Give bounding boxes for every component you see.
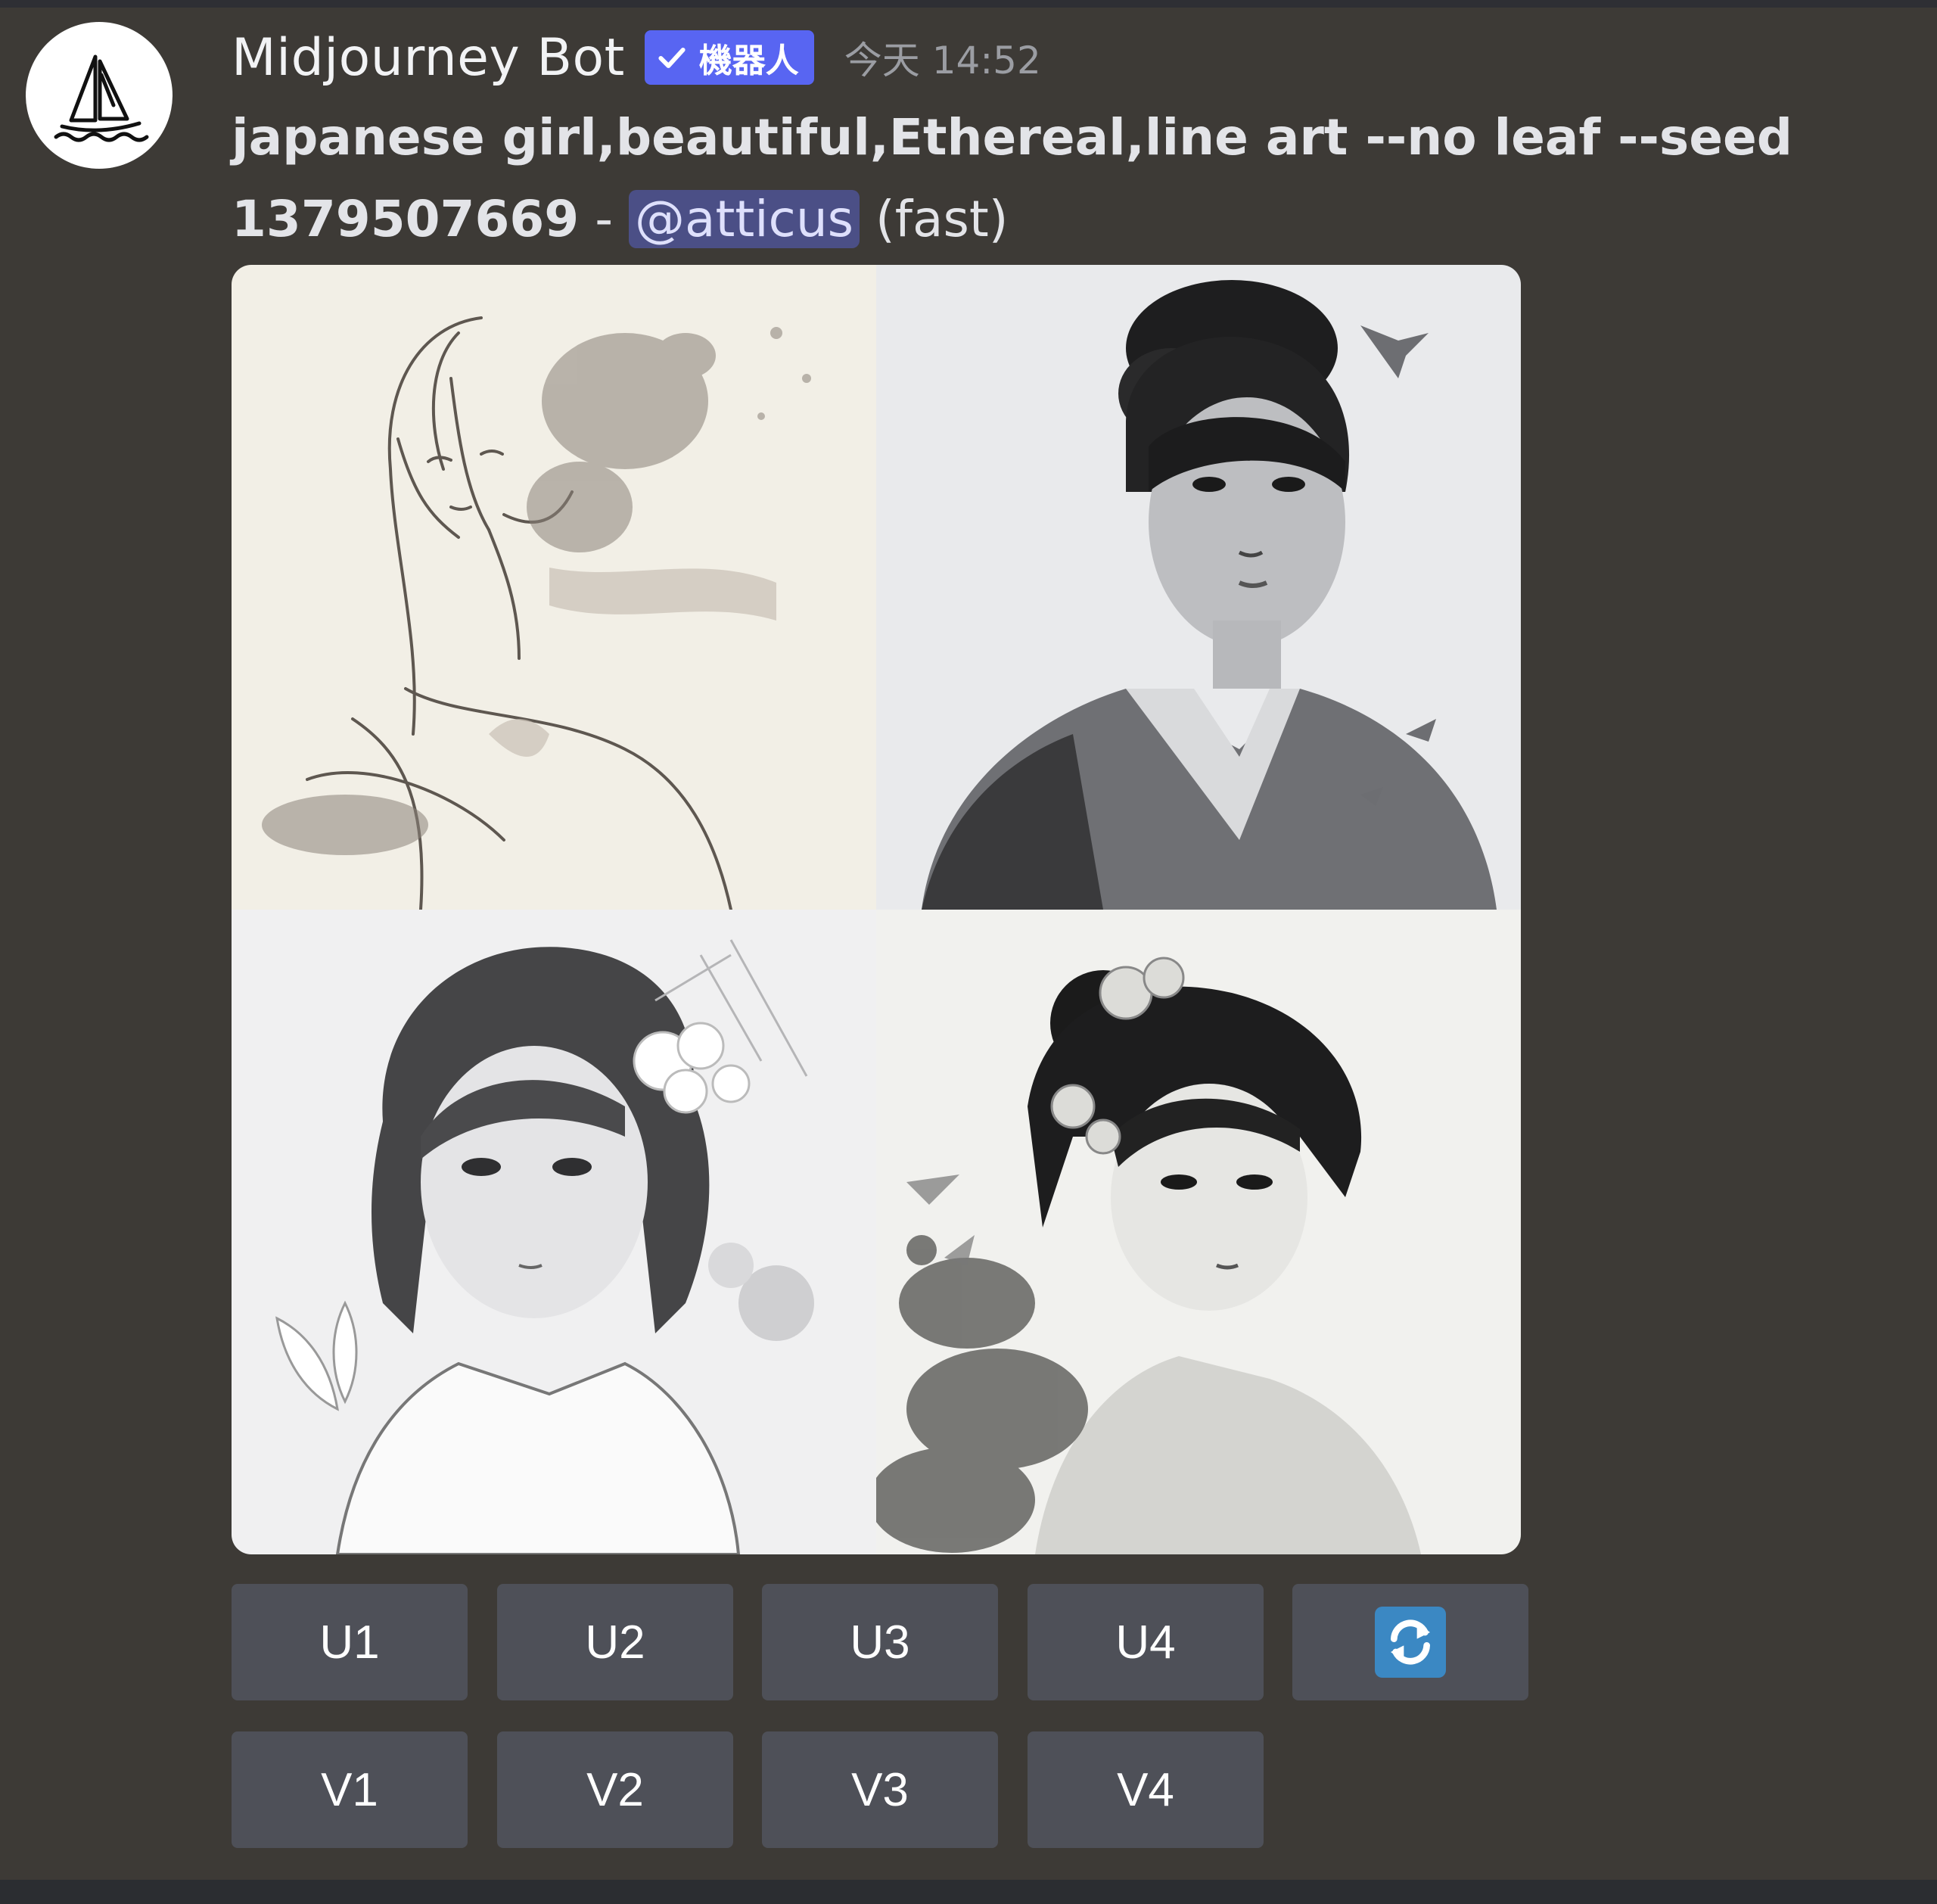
message-content: japanese girl,beautiful,Ethereal,line ar…: [232, 97, 1792, 260]
variation-button-4[interactable]: V4: [1028, 1731, 1264, 1848]
message-header: Midjourney Bot 機器人 今天 14:52: [232, 23, 1041, 92]
reroll-button[interactable]: [1292, 1584, 1528, 1700]
button-label: V2: [586, 1763, 644, 1816]
portrait-sketch-image: [232, 265, 876, 910]
variation-button-2[interactable]: V2: [497, 1731, 733, 1848]
button-label: U3: [850, 1616, 910, 1669]
image-tile-4[interactable]: [876, 910, 1521, 1554]
image-grid[interactable]: [232, 265, 1521, 1554]
username[interactable]: Midjourney Bot: [232, 28, 625, 88]
sailboat-icon: [54, 54, 149, 142]
chat-message: Midjourney Bot 機器人 今天 14:52 japanese gir…: [0, 0, 1937, 1880]
prompt-text: japanese girl,beautiful,Ethereal,line ar…: [232, 108, 1792, 166]
image-tile-2[interactable]: [876, 265, 1521, 910]
image-tile-1[interactable]: [232, 265, 876, 910]
bottom-divider: [0, 1880, 1937, 1904]
bot-badge-label: 機器人: [698, 42, 799, 80]
upscale-button-3[interactable]: U3: [762, 1584, 998, 1700]
button-label: U4: [1115, 1616, 1176, 1669]
upscale-button-4[interactable]: U4: [1028, 1584, 1264, 1700]
check-icon: [658, 47, 686, 68]
portrait-ink-image: [876, 910, 1521, 1554]
refresh-icon: [1375, 1607, 1446, 1678]
portrait-lineart-image: [232, 910, 876, 1554]
button-label: V3: [851, 1763, 909, 1816]
upscale-button-1[interactable]: U1: [232, 1584, 468, 1700]
button-label: U1: [319, 1616, 380, 1669]
avatar[interactable]: [26, 22, 173, 169]
upscale-button-2[interactable]: U2: [497, 1584, 733, 1700]
button-label: V4: [1117, 1763, 1174, 1816]
user-mention[interactable]: @atticus: [629, 190, 860, 248]
bot-badge: 機器人: [644, 30, 814, 85]
seed-value: 1379507669: [232, 190, 580, 248]
button-label: V1: [321, 1763, 378, 1816]
variation-button-1[interactable]: V1: [232, 1731, 468, 1848]
separator: -: [579, 190, 630, 248]
timestamp[interactable]: 今天 14:52: [844, 30, 1041, 85]
image-tile-3[interactable]: [232, 910, 876, 1554]
portrait-kimono-image: [876, 265, 1521, 910]
speed-label: (fast): [860, 190, 1009, 248]
button-label: U2: [585, 1616, 645, 1669]
variation-button-3[interactable]: V3: [762, 1731, 998, 1848]
